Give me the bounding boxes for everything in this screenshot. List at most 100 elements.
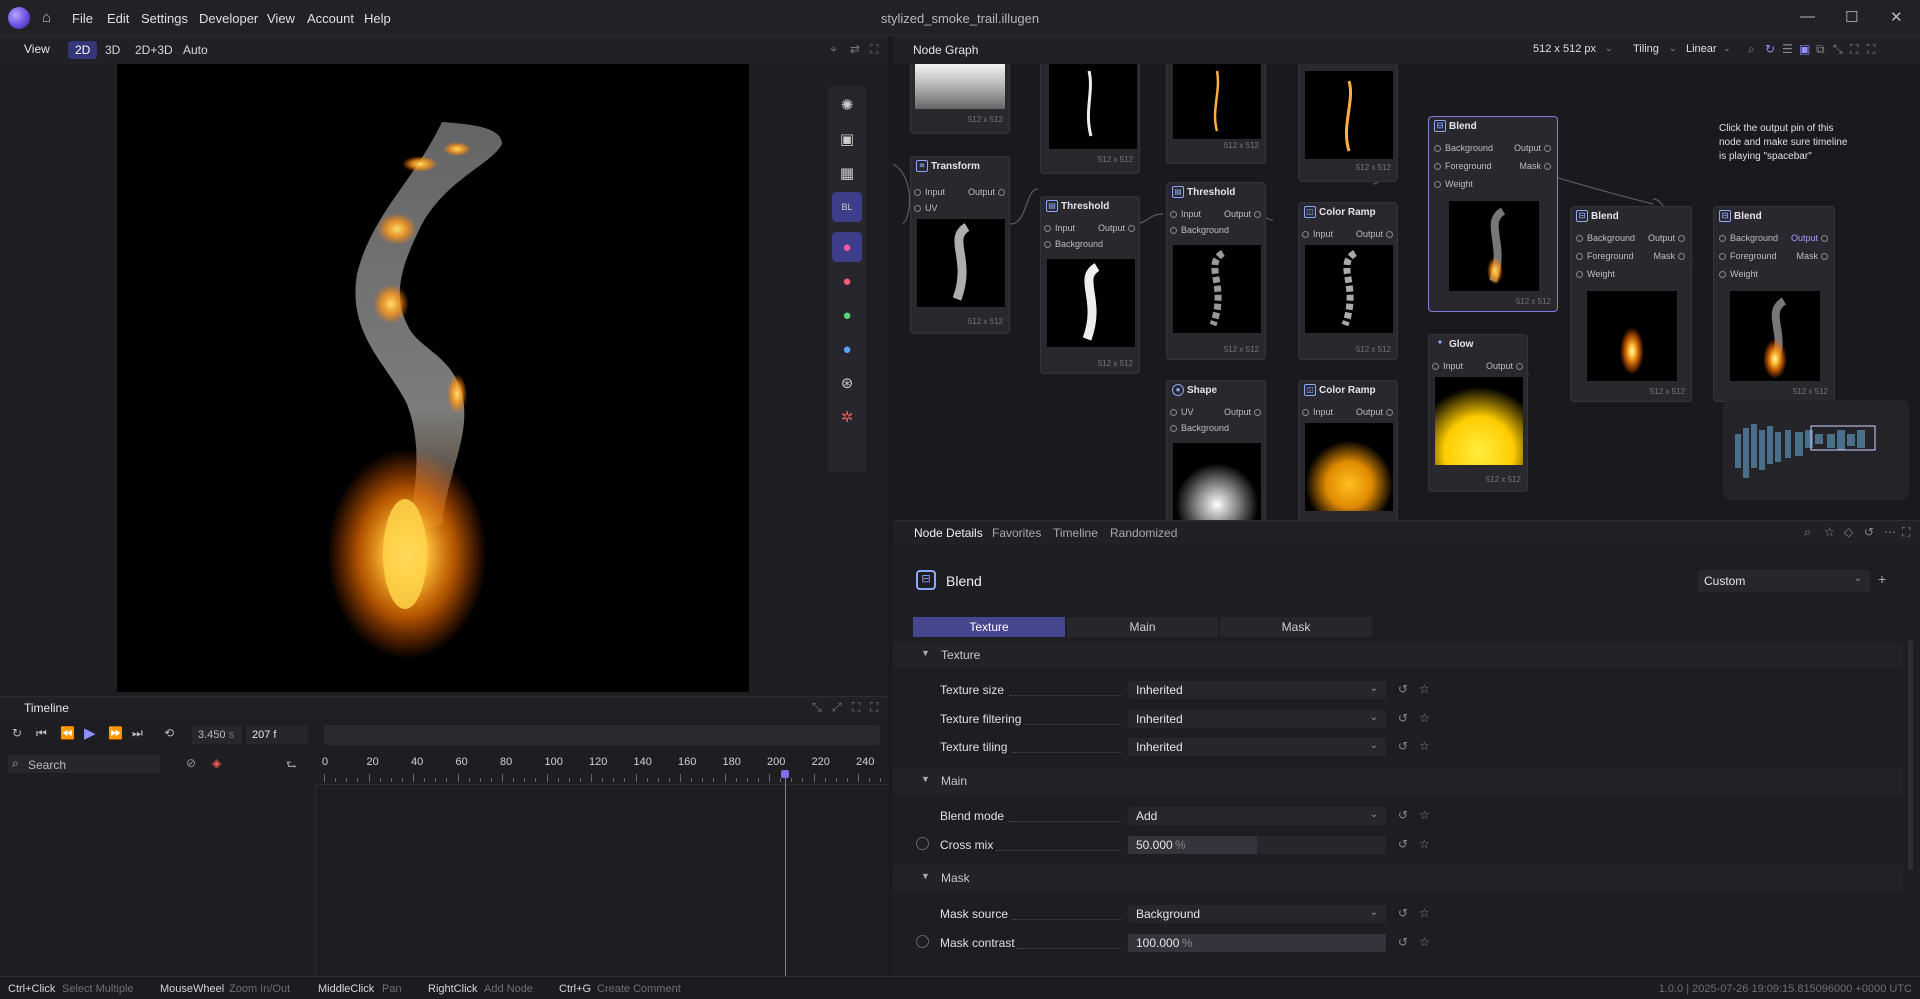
search-icon[interactable]: ⌕ [1748,42,1755,57]
menu-settings[interactable]: Settings [141,11,188,26]
texture-size-select[interactable]: Inherited ⌄ [1128,681,1386,699]
menu-file[interactable]: File [72,11,93,26]
shrink-icon[interactable]: ⤡ [812,700,822,715]
mask-contrast-animate-toggle[interactable] [916,935,929,948]
threshold-node-1[interactable]: ▤ Threshold Input Output Background 512 x… [1040,196,1140,374]
frame-tool-icon[interactable]: ▣ [832,124,862,154]
minimize-icon[interactable]: — [1800,8,1815,25]
noise-node-2[interactable]: 512 x 512 [1166,64,1266,164]
redirect-icon[interactable]: ⮑ [286,756,297,777]
expand-icon[interactable]: ⤢ [832,700,842,715]
favorite-star-icon[interactable]: ☆ [1419,711,1430,725]
param-tab-main[interactable]: Main [1067,617,1218,637]
menu-help[interactable]: Help [364,11,391,26]
param-tab-mask[interactable]: Mask [1220,617,1372,637]
details-fullscreen-icon[interactable]: ⛶ [1902,525,1910,540]
details-scrollbar[interactable] [1908,640,1913,870]
app-logo[interactable] [8,7,30,29]
frame-all-icon[interactable]: ⛶ [1850,42,1858,57]
reset-icon[interactable]: ↺ [1398,711,1408,725]
diamond-icon[interactable]: ◇ [1844,525,1853,539]
cross-mix-slider[interactable]: 50.000 % [1128,836,1386,854]
resolution-select[interactable]: 512 x 512 px [1533,43,1596,55]
mask-contrast-slider[interactable]: 100.000 % [1128,934,1386,952]
graph-fullscreen-icon[interactable]: ⛶ [1867,42,1875,57]
mode-2d3d[interactable]: 2D+3D [128,41,180,59]
favorite-star-icon[interactable]: ☆ [1419,906,1430,920]
grid-tool-icon[interactable]: ▦ [832,158,862,188]
close-icon[interactable]: ✕ [1890,8,1903,26]
reset-icon[interactable]: ↺ [1398,682,1408,696]
sparkle-tool-icon[interactable]: ✺ [832,90,862,120]
blend-node-1[interactable]: ⊟ Blend Background Output Foreground Mask… [1428,116,1558,312]
timeline-track-area[interactable]: 0 20 40 60 80 100 120 140 160 180 200 220 240 [316,718,888,976]
snap-icon[interactable]: ⧉ [1816,42,1825,57]
chevron-down-icon[interactable]: ⌄ [1605,43,1613,54]
favorite-star-icon[interactable]: ☆ [1419,682,1430,696]
favorite-star-icon[interactable]: ☆ [1419,837,1430,851]
more-icon[interactable]: ⋯ [1884,525,1896,539]
search-box[interactable]: ⌕ Search [8,755,160,773]
blend-mode-select[interactable]: Add ⌄ [1128,807,1386,825]
alpha-channel-icon[interactable]: ⊛ [832,368,862,398]
menu-view[interactable]: View [267,11,295,26]
star-icon[interactable]: ☆ [1824,525,1835,539]
menu-developer[interactable]: Developer [199,11,258,26]
transform-node[interactable]: ⌗ Transform Input Output UV 512 x 512 [910,156,1010,334]
step-back-icon[interactable]: ⏪ [60,726,75,740]
cross-mix-animate-toggle[interactable] [916,837,929,850]
swap-icon[interactable]: ⇄ [850,42,860,56]
fit-timeline-icon[interactable]: ⛶ [852,700,860,715]
threshold-node-2[interactable]: ▤ Threshold Input Output Background 512 x… [1166,182,1266,360]
mode-2d[interactable]: 2D [68,41,98,59]
collapse-icon[interactable]: ⤡ [1833,42,1843,57]
color-ramp-node-2[interactable]: ◫ Color Ramp Input Output [1298,380,1398,520]
mode-auto[interactable]: Auto [176,41,215,59]
texture-filtering-select[interactable]: Inherited ⌄ [1128,710,1386,728]
reset-icon[interactable]: ↺ [1398,935,1408,949]
history-icon[interactable]: ↺ [1864,525,1874,539]
reset-icon[interactable]: ↺ [1398,808,1408,822]
green-channel-icon[interactable]: ● [832,300,862,330]
chevron-down-icon[interactable]: ⌄ [1723,43,1731,54]
loop-icon[interactable]: ↻ [12,726,22,740]
render-canvas[interactable] [117,64,749,692]
gradient-node[interactable]: 512 x 512 [910,64,1010,134]
maximize-icon[interactable]: ☐ [1845,8,1858,26]
skip-end-icon[interactable]: ⏭ [132,726,143,741]
fullscreen-icon[interactable]: ⛶ [870,42,878,57]
chevron-down-icon[interactable]: ⌄ [1669,43,1677,54]
step-forward-icon[interactable]: ⏩ [108,726,123,740]
timeline-fullscreen-icon[interactable]: ⛶ [870,700,878,715]
glow-node[interactable]: ✦ Glow Input Output 512 x 512 [1428,334,1528,492]
refresh-icon[interactable]: ↻ [1765,42,1775,56]
tab-timeline[interactable]: Timeline [1053,526,1098,540]
node-graph-canvas[interactable]: 512 x 512 512 x 512 512 x 512 512 x 512 … [893,64,1920,520]
menu-account[interactable]: Account [307,11,354,26]
list-icon[interactable]: ☰ [1782,42,1793,56]
search-icon[interactable]: ⌕ [1804,525,1811,540]
keyframe-icon[interactable]: ◈ [212,756,221,770]
mask-source-select[interactable]: Background ⌄ [1128,905,1386,923]
param-tab-texture[interactable]: Texture [913,617,1065,637]
layout-icon[interactable]: ▣ [1799,42,1810,56]
tab-favorites[interactable]: Favorites [992,526,1041,540]
mode-3d[interactable]: 3D [98,41,127,59]
section-main[interactable]: ▼ Main [893,768,1903,794]
noise-node-1[interactable]: 512 x 512 [1040,64,1140,174]
repeat-icon[interactable]: ⟲ [164,726,174,740]
reset-icon[interactable]: ↺ [1398,837,1408,851]
home-icon[interactable]: ⌂ [42,9,51,26]
favorite-star-icon[interactable]: ☆ [1419,739,1430,753]
favorite-star-icon[interactable]: ☆ [1419,935,1430,949]
add-preset-icon[interactable]: + [1878,571,1886,587]
section-texture[interactable]: ▼ Texture [893,642,1903,668]
menu-edit[interactable]: Edit [107,11,129,26]
playhead-handle[interactable] [780,770,789,778]
shape-node[interactable]: ● Shape UV Output Background [1166,380,1266,520]
curve-editor-icon[interactable]: ⊘ [186,756,196,770]
color-ramp-node-1[interactable]: ◫ Color Ramp Input Output 512 x 512 [1298,202,1398,360]
preset-select[interactable]: Custom ⌄ [1698,570,1870,592]
reset-icon[interactable]: ↺ [1398,906,1408,920]
reset-icon[interactable]: ↺ [1398,739,1408,753]
